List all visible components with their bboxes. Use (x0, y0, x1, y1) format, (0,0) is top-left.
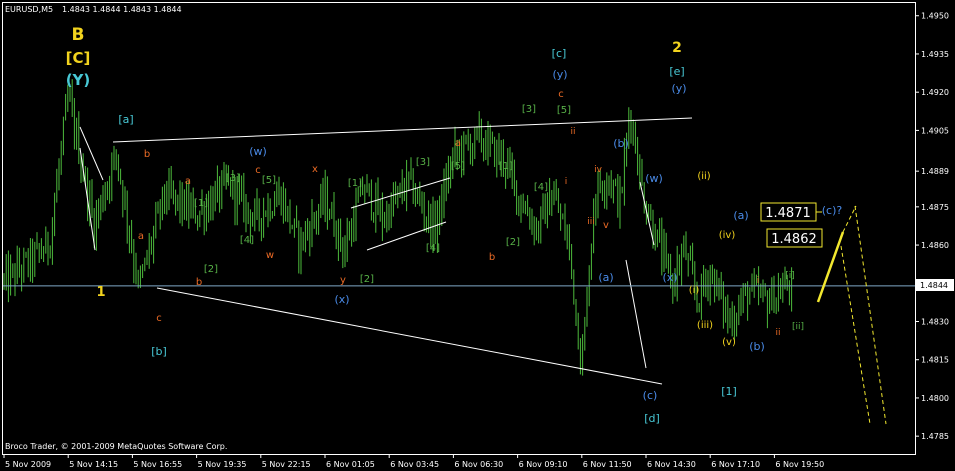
x-tick-label: 5 Nov 2009 (5, 460, 51, 469)
x-tick-label: 5 Nov 14:15 (69, 460, 118, 469)
wave-label: [2] (204, 264, 218, 275)
wave-label: [2] (506, 237, 520, 248)
y-tick-label: 1.4875 (921, 203, 949, 212)
y-tick-label: 1.4860 (921, 241, 949, 250)
wave-label: ii (775, 328, 780, 338)
wave-label: (y) (552, 68, 567, 81)
x-tick-label: 6 Nov 06:30 (454, 460, 503, 469)
y-tick-label: 1.4815 (921, 356, 949, 365)
wave-label: a (455, 138, 461, 149)
wave-label: c (558, 89, 564, 100)
x-tick-label: 6 Nov 19:50 (775, 460, 824, 469)
y-tick-label: 1.4935 (921, 50, 949, 59)
wave-label: (b) (613, 137, 629, 150)
wave-label: [e] (669, 65, 684, 78)
wave-label: (a) (733, 209, 748, 222)
wave-label: [3] (416, 157, 430, 168)
wave-label: (x) (334, 293, 349, 306)
y-tick-label: 1.4800 (921, 394, 949, 403)
wave-label: [3] (226, 173, 240, 184)
x-tick-label: 6 Nov 14:30 (647, 460, 696, 469)
wave-label: (Y) (66, 71, 91, 89)
wave-label: (y) (671, 82, 686, 95)
wave-label: (a) (598, 271, 613, 284)
current-price-tag-text: 1.4844 (920, 281, 948, 290)
copyright-text: Broco Trader, © 2001-2009 MetaQuotes Sof… (5, 442, 227, 451)
wave-label: (i) (689, 285, 700, 296)
wave-label: (c) (643, 389, 658, 402)
wave-label: [5] (451, 161, 465, 172)
x-tick-label: 5 Nov 19:35 (198, 460, 247, 469)
y-tick-label: 1.4785 (921, 432, 949, 441)
wave-label: (w) (645, 172, 663, 185)
x-tick-label: 6 Nov 09:10 (519, 460, 568, 469)
wave-label: [4] (240, 235, 254, 246)
x-tick-label: 6 Nov 03:45 (390, 460, 439, 469)
wave-label: 1 (96, 285, 105, 300)
y-tick-label: 1.4889 (921, 167, 949, 176)
wave-label: [5] (262, 175, 276, 186)
wave-label: [c] (552, 47, 567, 60)
wave-label: [4] (426, 243, 440, 254)
wave-label: (x) (662, 271, 677, 284)
wave-label: [1] (348, 178, 362, 189)
wave-label: (iii) (697, 320, 713, 331)
x-tick-label: 5 Nov 22:15 (262, 460, 311, 469)
y-tick-label: 1.4920 (921, 88, 949, 97)
wave-label: [b] (151, 345, 167, 358)
price-chart[interactable]: EURUSD,M5 1.4843 1.4844 1.4843 1.4844 Br… (0, 0, 955, 471)
wave-label: y (340, 275, 346, 286)
wave-label: (c)? (822, 204, 843, 217)
wave-label: [1] (721, 385, 737, 398)
price-box-2: 1.4862 (766, 228, 823, 248)
wave-label: ii (570, 127, 575, 137)
wave-label: [i] (785, 271, 795, 281)
wave-label: (v) (722, 337, 736, 348)
wave-label: c (255, 165, 261, 176)
wave-label: i (565, 177, 568, 187)
wave-label: [a] (118, 113, 133, 126)
wave-label: i (757, 276, 760, 286)
wave-label: [5] (557, 105, 571, 116)
wave-label: c (156, 313, 162, 324)
y-tick-label: 1.4905 (921, 126, 949, 135)
wave-label: a (185, 176, 191, 187)
x-tick-label: 6 Nov 17:10 (711, 460, 760, 469)
wave-label: iii (587, 217, 595, 227)
wave-label: [ii] (792, 322, 804, 332)
wave-label: [2] (360, 274, 374, 285)
chart-header-ohlc: 1.4843 1.4844 1.4843 1.4844 (62, 5, 182, 14)
x-tick-label: 6 Nov 01:05 (326, 460, 375, 469)
wave-label: [C] (66, 49, 91, 67)
wave-label: 2 (672, 40, 682, 56)
price-box-2-value: 1.4862 (771, 232, 817, 247)
wave-label: w (266, 250, 274, 261)
wave-label: (ii) (697, 171, 710, 182)
y-tick-label: 1.4950 (921, 12, 949, 21)
x-tick-label: 6 Nov 11:50 (583, 460, 632, 469)
wave-label: B (72, 25, 85, 45)
wave-label: (w) (249, 145, 267, 158)
wave-label: b (144, 149, 150, 160)
wave-label: a (138, 231, 144, 242)
wave-label: [1] (194, 198, 208, 209)
wave-label: iv (594, 165, 603, 175)
price-box-1: 1.4871 (760, 202, 817, 222)
wave-label: x (312, 164, 318, 175)
x-tick-label: 5 Nov 16:55 (133, 460, 182, 469)
wave-label: b (196, 277, 202, 288)
wave-label: b (489, 252, 495, 263)
wave-label: (b) (749, 340, 765, 353)
wave-label: [d] (644, 412, 660, 425)
wave-label: [4] (534, 182, 548, 193)
wave-label: [1] (499, 161, 513, 172)
current-price-tag: 1.4844 (916, 279, 954, 291)
chart-header-symbol: EURUSD,M5 (5, 5, 53, 14)
wave-label: [3] (522, 104, 536, 115)
wave-label: v (603, 220, 609, 231)
y-tick-label: 1.4830 (921, 318, 949, 327)
wave-label: (iv) (719, 230, 736, 241)
price-box-1-value: 1.4871 (765, 206, 811, 221)
